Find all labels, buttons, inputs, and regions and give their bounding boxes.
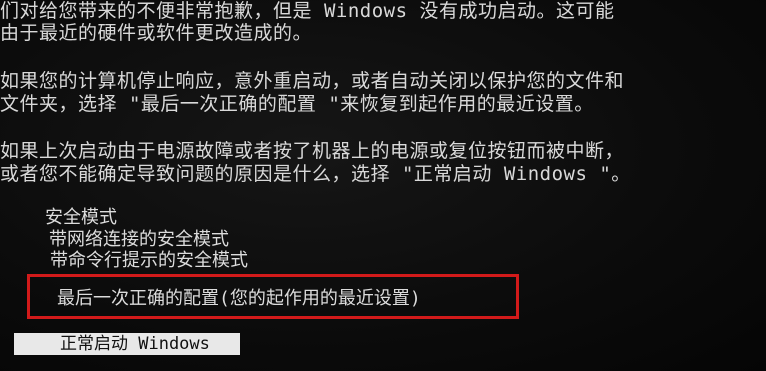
message-line-3: 如果您的计算机停止响应，意外重启动，或者自动关闭以保护您的文件和 [0,70,625,92]
message-line-1: 们对给您带来的不便非常抱歉，但是 Windows 没有成功启动。这可能 [0,0,615,22]
menu-option-safe-mode[interactable]: 安全模式 [45,208,117,228]
message-line-4: 文件夹，选择 "最后一次正确的配置 "来恢复到起作用的最近设置。 [0,93,594,115]
boot-error-screen: 们对给您带来的不便非常抱歉，但是 Windows 没有成功启动。这可能 由于最近… [0,0,766,371]
menu-option-safe-mode-command-prompt[interactable]: 带命令行提示的安全模式 [50,251,248,271]
menu-option-last-known-good[interactable]: 最后一次正确的配置(您的起作用的最近设置) [57,289,421,309]
message-line-6: 或者您不能确定导致问题的原因是什么，选择 "正常启动 Windows "。 [0,163,631,185]
menu-option-start-normally[interactable]: 正常启动 Windows [60,334,210,354]
message-line-5: 如果上次启动由于电源故障或者按了机器上的电源或复位按钮而被中断， [0,140,625,162]
message-line-2: 由于最近的硬件或软件更改造成的。 [0,22,313,44]
menu-option-safe-mode-networking[interactable]: 带网络连接的安全模式 [49,230,229,250]
